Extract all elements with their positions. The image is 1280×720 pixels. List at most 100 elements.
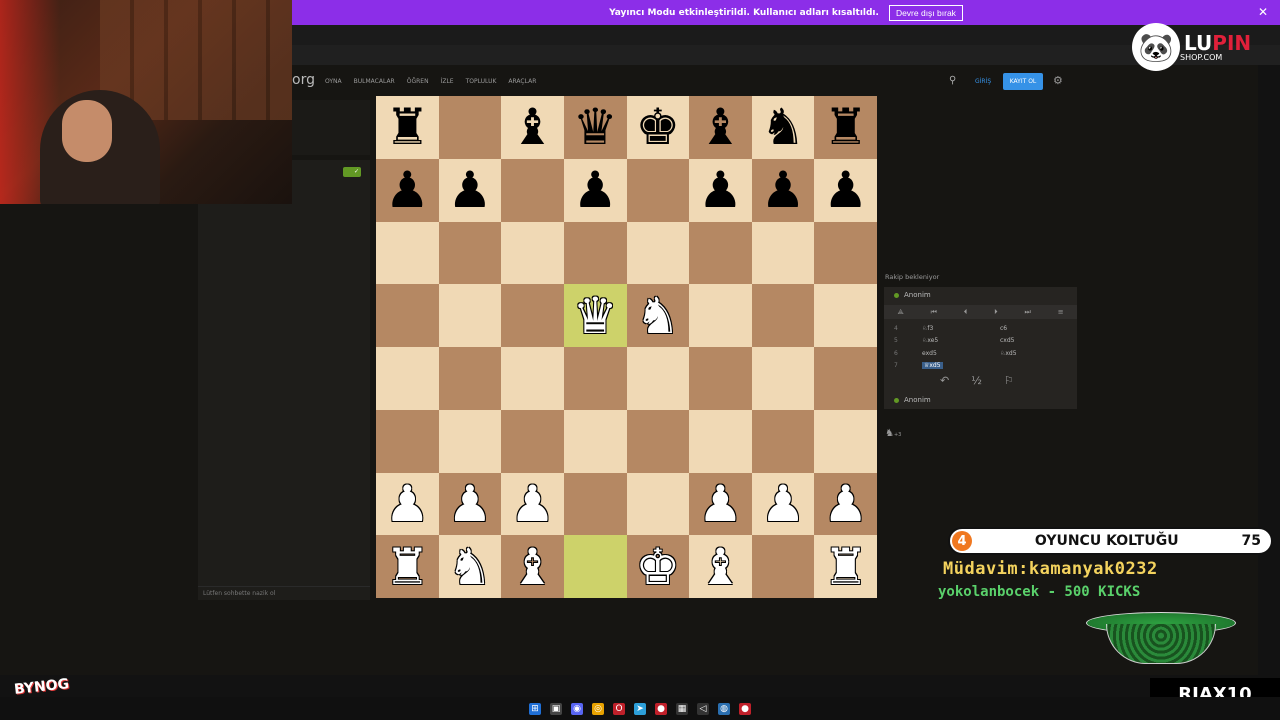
black-move[interactable]: cxd5 (1000, 337, 1060, 344)
chess-piece[interactable]: ♟ (698, 165, 743, 215)
chess-piece[interactable]: ♜ (823, 102, 868, 152)
board-square[interactable]: ♟ (814, 158, 877, 222)
board-square[interactable] (689, 409, 752, 473)
chess-piece[interactable]: ♟ (448, 165, 493, 215)
board-square[interactable]: ♛ (563, 96, 627, 159)
top-player-name[interactable]: Anonim (904, 291, 931, 299)
chess-piece[interactable]: ♚ (635, 102, 680, 152)
chess-piece[interactable]: ♟ (761, 479, 806, 529)
chess-piece[interactable]: ♟ (448, 479, 493, 529)
chess-piece[interactable]: ♚ (635, 542, 680, 592)
chess-piece[interactable]: ♜ (823, 542, 868, 592)
board-square[interactable] (563, 409, 627, 473)
close-icon[interactable]: ✕ (1258, 5, 1268, 19)
board-square[interactable] (814, 347, 877, 410)
board-square[interactable]: ♜ (814, 535, 877, 598)
white-move[interactable]: ♕xd5 (922, 362, 1000, 370)
board-square[interactable] (689, 347, 752, 410)
app-icon[interactable]: ● (655, 702, 667, 715)
nav-puzzles[interactable]: BULMACALAR (354, 78, 395, 85)
black-move[interactable]: ♘xd5 (1000, 350, 1060, 357)
chess-piece[interactable]: ♟ (698, 479, 743, 529)
menu-icon[interactable]: ≡ (1058, 308, 1064, 316)
obs-icon[interactable]: ● (739, 702, 751, 715)
nav-community[interactable]: TOPLULUK (466, 78, 497, 85)
board-square[interactable]: ♛ (563, 284, 627, 347)
board-square[interactable]: ♟ (376, 158, 439, 222)
board-square[interactable] (563, 535, 627, 598)
chat-input[interactable]: Lütfen sohbette nazik ol (198, 586, 370, 600)
chess-piece[interactable]: ♜ (385, 102, 430, 152)
board-square[interactable]: ♜ (814, 96, 877, 159)
first-move-icon[interactable]: ⏮ (931, 308, 937, 317)
chrome-icon[interactable]: ◎ (592, 702, 604, 715)
nav-learn[interactable]: ÖĞREN (407, 78, 429, 85)
board-square[interactable] (751, 409, 815, 473)
board-square[interactable] (563, 221, 627, 285)
files-icon[interactable]: ▦ (676, 702, 688, 715)
board-square[interactable]: ♝ (689, 96, 752, 159)
board-square[interactable] (563, 472, 627, 536)
board-square[interactable] (751, 347, 815, 410)
flip-board-icon[interactable]: ⟁ (897, 308, 903, 317)
board-square[interactable] (751, 284, 815, 347)
board-square[interactable]: ♚ (626, 535, 690, 598)
chess-piece[interactable]: ♟ (823, 165, 868, 215)
prev-move-icon[interactable]: ⏴ (964, 308, 968, 317)
board-square[interactable] (751, 535, 815, 598)
board-square[interactable] (626, 409, 690, 473)
gear-icon[interactable]: ⚙ (1053, 74, 1063, 87)
board-square[interactable] (501, 158, 564, 222)
board-square[interactable]: ♟ (438, 472, 502, 536)
board-square[interactable] (376, 284, 439, 347)
board-square[interactable] (438, 409, 502, 473)
board-square[interactable] (501, 347, 564, 410)
chess-piece[interactable]: ♞ (635, 291, 680, 341)
telegram-icon[interactable]: ➤ (634, 702, 646, 715)
board-square[interactable] (751, 221, 815, 285)
nav-watch[interactable]: İZLE (441, 78, 454, 85)
site-logo[interactable]: org (292, 72, 315, 88)
board-square[interactable]: ♞ (438, 535, 502, 598)
white-move[interactable]: exd5 (922, 350, 1000, 357)
chess-piece[interactable]: ♞ (761, 102, 806, 152)
board-square[interactable]: ♟ (376, 472, 439, 536)
board-square[interactable]: ♟ (814, 472, 877, 536)
chess-piece[interactable]: ♟ (761, 165, 806, 215)
board-square[interactable]: ♞ (626, 284, 690, 347)
board-square[interactable] (438, 284, 502, 347)
white-move[interactable]: ♘f3 (922, 325, 1000, 332)
board-square[interactable] (626, 347, 690, 410)
white-move-text[interactable]: ♘f3 (922, 325, 933, 332)
board-square[interactable] (626, 158, 690, 222)
board-square[interactable]: ♟ (438, 158, 502, 222)
next-move-icon[interactable]: ⏵ (994, 308, 998, 317)
board-square[interactable]: ♝ (501, 96, 564, 159)
board-square[interactable] (501, 221, 564, 285)
opera-icon[interactable]: O (613, 702, 625, 715)
board-square[interactable] (376, 221, 439, 285)
chess-piece[interactable]: ♛ (573, 291, 618, 341)
chess-piece[interactable]: ♟ (385, 165, 430, 215)
board-square[interactable]: ♜ (376, 96, 439, 159)
chess-piece[interactable]: ♟ (385, 479, 430, 529)
white-move-text[interactable]: ♕xd5 (922, 362, 943, 370)
board-square[interactable] (689, 284, 752, 347)
board-square[interactable] (814, 409, 877, 473)
board-square[interactable]: ♟ (689, 472, 752, 536)
chess-piece[interactable]: ♛ (573, 102, 618, 152)
signup-button[interactable]: KAYIT OL (1003, 73, 1043, 90)
board-square[interactable] (626, 221, 690, 285)
chess-piece[interactable]: ♝ (510, 102, 555, 152)
board-square[interactable]: ♚ (626, 96, 690, 159)
white-move-text[interactable]: exd5 (922, 350, 937, 357)
white-move-text[interactable]: ♘xe5 (922, 337, 938, 344)
nav-tools[interactable]: ARAÇLAR (508, 78, 536, 85)
board-square[interactable] (438, 347, 502, 410)
chat-toggle[interactable]: ✓ (343, 167, 361, 177)
chess-piece[interactable]: ♝ (510, 542, 555, 592)
discord-icon[interactable]: ◉ (571, 702, 583, 715)
chess-piece[interactable]: ♟ (823, 479, 868, 529)
board-square[interactable] (501, 409, 564, 473)
chess-piece[interactable]: ♟ (573, 165, 618, 215)
